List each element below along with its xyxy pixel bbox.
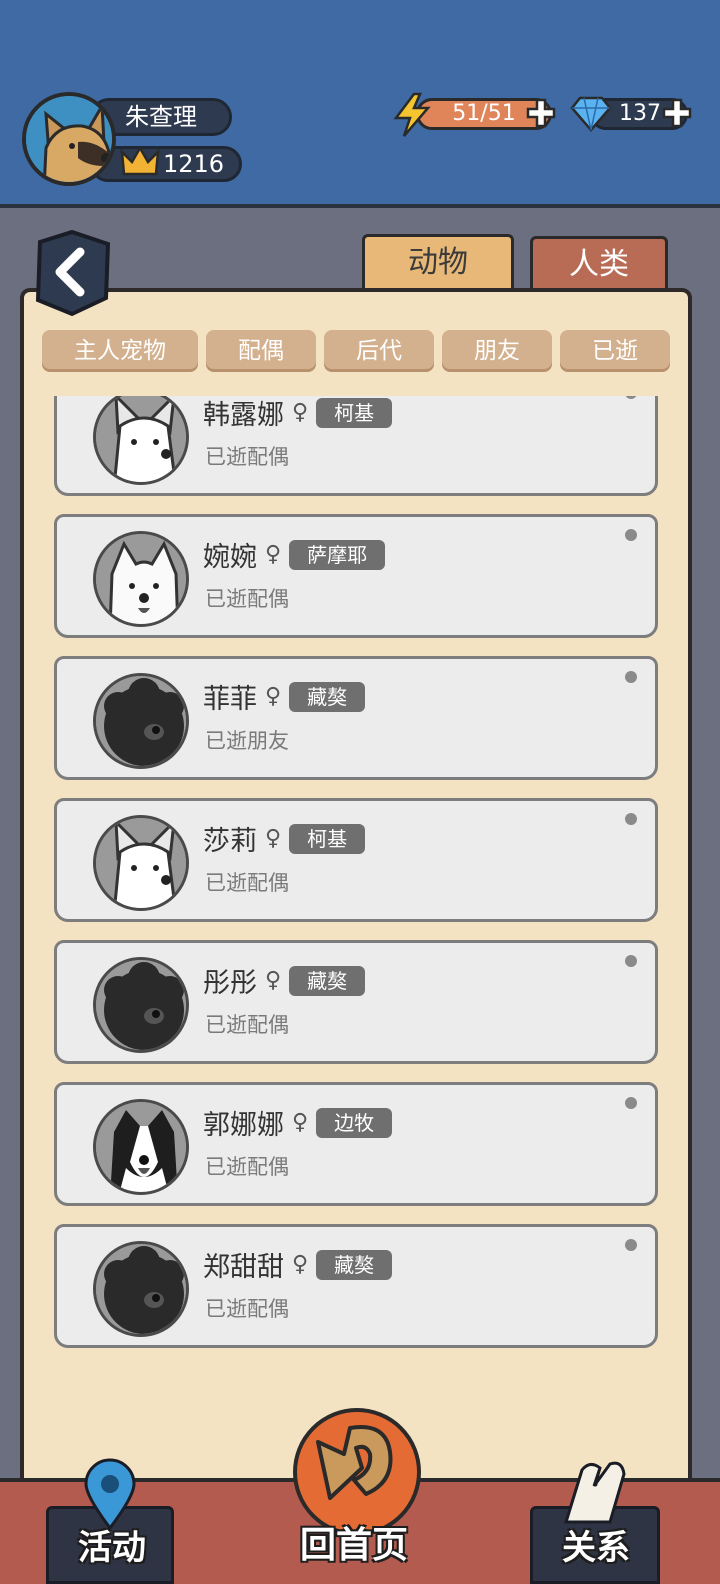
indicator-dot — [625, 955, 637, 967]
tab-animals[interactable]: 动物 — [362, 234, 514, 296]
pet-name: 菲菲 — [203, 684, 257, 715]
indicator-dot — [625, 671, 637, 683]
list-item[interactable]: 彤彤 ♀ 藏獒 已逝配偶 — [54, 940, 658, 1064]
player-avatar[interactable] — [22, 92, 116, 186]
list-item[interactable]: 郑甜甜 ♀ 藏獒 已逝配偶 — [54, 1224, 658, 1348]
list-item[interactable]: 菲菲 ♀ 藏獒 已逝朋友 — [54, 656, 658, 780]
relation-status: 已逝配偶 — [205, 1013, 289, 1037]
relation-status: 已逝配偶 — [205, 587, 289, 611]
female-icon: ♀ — [292, 400, 309, 425]
relation-status: 已逝朋友 — [205, 729, 289, 753]
add-energy-icon[interactable] — [526, 98, 556, 128]
handshake-paw-icon — [563, 1461, 626, 1524]
female-icon: ♀ — [292, 1110, 309, 1135]
breed-badge: 藏獒 — [289, 681, 366, 712]
indicator-dot — [625, 1239, 637, 1251]
relation-list[interactable]: 韩露娜 ♀ 柯基 已逝配偶 婉婉 ♀ 萨摩耶 已逝配偶 菲菲 ♀ 藏獒 已逝朋友 莎莉 ♀ 柯基… — [44, 396, 666, 1396]
female-icon: ♀ — [265, 826, 282, 851]
list-item[interactable]: 韩露娜 ♀ 柯基 已逝配偶 — [54, 396, 658, 496]
relation-status: 已逝配偶 — [205, 1155, 289, 1179]
indicator-dot — [625, 529, 637, 541]
mastiff-icon — [93, 1241, 189, 1337]
back-button[interactable] — [30, 228, 114, 318]
breed-badge: 萨摩耶 — [289, 539, 386, 570]
nav-home-label: 回首页 — [300, 1525, 409, 1566]
filter-bar: 主人宠物 配偶 后代 朋友 已逝 — [42, 330, 672, 374]
mastiff-icon — [93, 957, 189, 1053]
female-icon: ♀ — [265, 542, 282, 567]
samoyed-icon — [93, 531, 189, 627]
tab-humans[interactable]: 人类 — [530, 236, 668, 294]
relation-status: 已逝配偶 — [205, 871, 289, 895]
breed-badge: 藏獒 — [316, 1249, 393, 1280]
filter-friends[interactable]: 朋友 — [442, 330, 552, 372]
pet-name: 韩露娜 — [203, 400, 284, 431]
border-collie-icon — [93, 1099, 189, 1195]
filter-spouse[interactable]: 配偶 — [206, 330, 316, 372]
corgi-icon — [93, 396, 189, 485]
list-item[interactable]: 莎莉 ♀ 柯基 已逝配偶 — [54, 798, 658, 922]
breed-badge: 柯基 — [316, 397, 393, 428]
pet-name: 郑甜甜 — [203, 1252, 284, 1283]
location-pin-icon — [84, 1458, 136, 1530]
pet-name: 婉婉 — [203, 542, 257, 573]
breed-badge: 边牧 — [316, 1107, 393, 1138]
relation-status: 已逝配偶 — [205, 1297, 289, 1321]
gem-icon — [570, 96, 612, 132]
breed-badge: 藏獒 — [289, 965, 366, 996]
list-item[interactable]: 郭娜娜 ♀ 边牧 已逝配偶 — [54, 1082, 658, 1206]
crown-icon — [120, 145, 160, 176]
filter-deceased[interactable]: 已逝 — [560, 330, 670, 372]
breed-badge: 柯基 — [289, 823, 366, 854]
female-icon: ♀ — [265, 684, 282, 709]
pet-name: 莎莉 — [203, 826, 257, 857]
list-item[interactable]: 婉婉 ♀ 萨摩耶 已逝配偶 — [54, 514, 658, 638]
pet-name: 郭娜娜 — [203, 1110, 284, 1141]
filter-offspring[interactable]: 后代 — [324, 330, 434, 372]
relation-status: 已逝配偶 — [205, 445, 289, 469]
pet-name: 彤彤 — [203, 968, 257, 999]
nav-relations-label: 关系 — [562, 1528, 630, 1568]
add-gems-icon[interactable] — [662, 98, 692, 128]
corgi-icon — [93, 815, 189, 911]
indicator-dot — [625, 813, 637, 825]
mastiff-icon — [93, 673, 189, 769]
filter-owner-pets[interactable]: 主人宠物 — [42, 330, 198, 372]
female-icon: ♀ — [292, 1252, 309, 1277]
female-icon: ♀ — [265, 968, 282, 993]
indicator-dot — [625, 396, 637, 399]
indicator-dot — [625, 1097, 637, 1109]
lightning-icon — [393, 92, 431, 137]
